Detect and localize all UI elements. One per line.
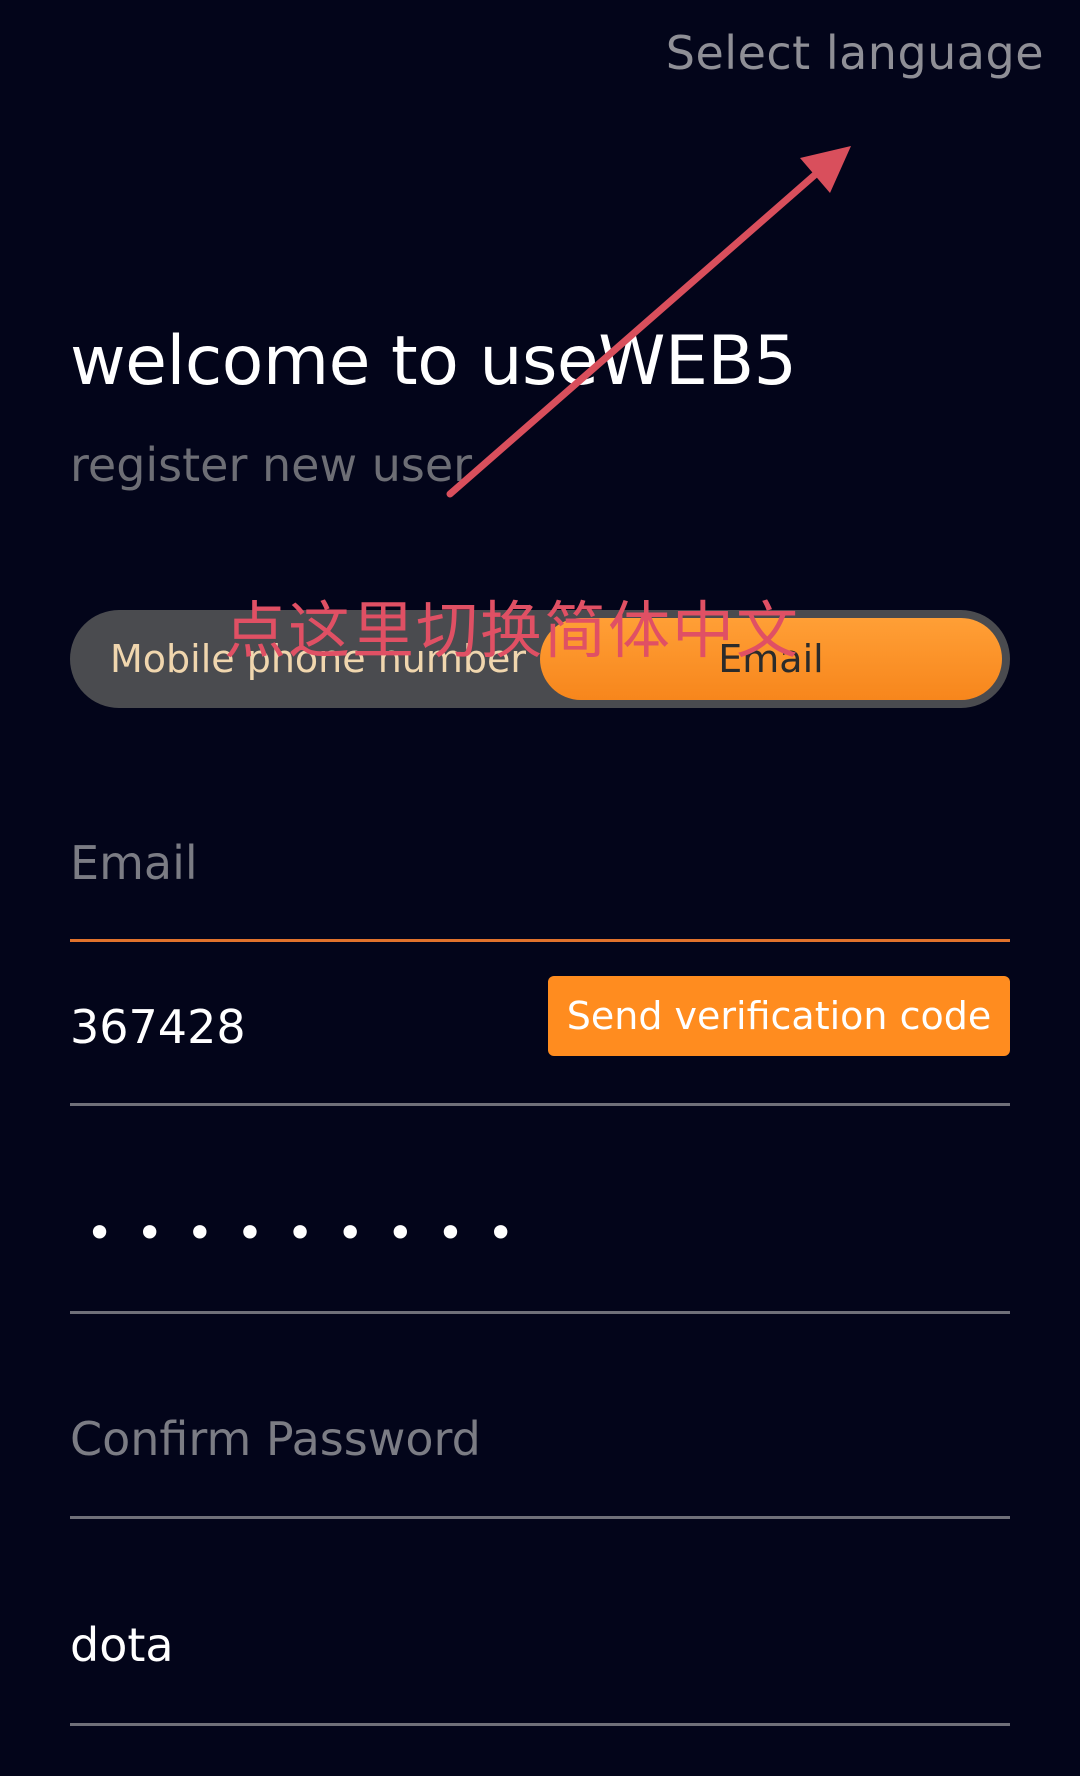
verification-code-underline: [70, 1103, 1010, 1106]
welcome-title: welcome to useWEB5: [70, 322, 797, 401]
confirm-password-underline: [70, 1516, 1010, 1519]
toggle-option-email[interactable]: Email: [540, 618, 1002, 700]
confirm-password-placeholder: Confirm Password: [70, 1412, 481, 1466]
password-masked-value: •••••••••: [86, 1206, 538, 1260]
verification-code-field[interactable]: 367428 Send verification code: [70, 976, 1010, 1106]
confirm-password-field[interactable]: Confirm Password: [70, 1396, 1010, 1519]
send-verification-code-button[interactable]: Send verification code: [548, 976, 1010, 1056]
language-selector[interactable]: Select language: [666, 26, 1044, 80]
password-underline: [70, 1311, 1010, 1314]
invite-code-underline: [70, 1723, 1010, 1726]
invite-code-value: dota: [70, 1618, 174, 1672]
welcome-subtitle: register new user: [70, 438, 473, 492]
email-placeholder: Email: [70, 836, 198, 890]
email-field[interactable]: Email: [70, 820, 1010, 942]
register-type-toggle: Mobile phone number Email: [70, 610, 1010, 708]
invite-code-field[interactable]: dota: [70, 1602, 1010, 1726]
toggle-option-mobile-phone[interactable]: Mobile phone number: [110, 610, 526, 708]
email-field-underline: [70, 939, 1010, 942]
password-field[interactable]: •••••••••: [70, 1160, 1010, 1314]
verification-code-value: 367428: [70, 1000, 246, 1054]
